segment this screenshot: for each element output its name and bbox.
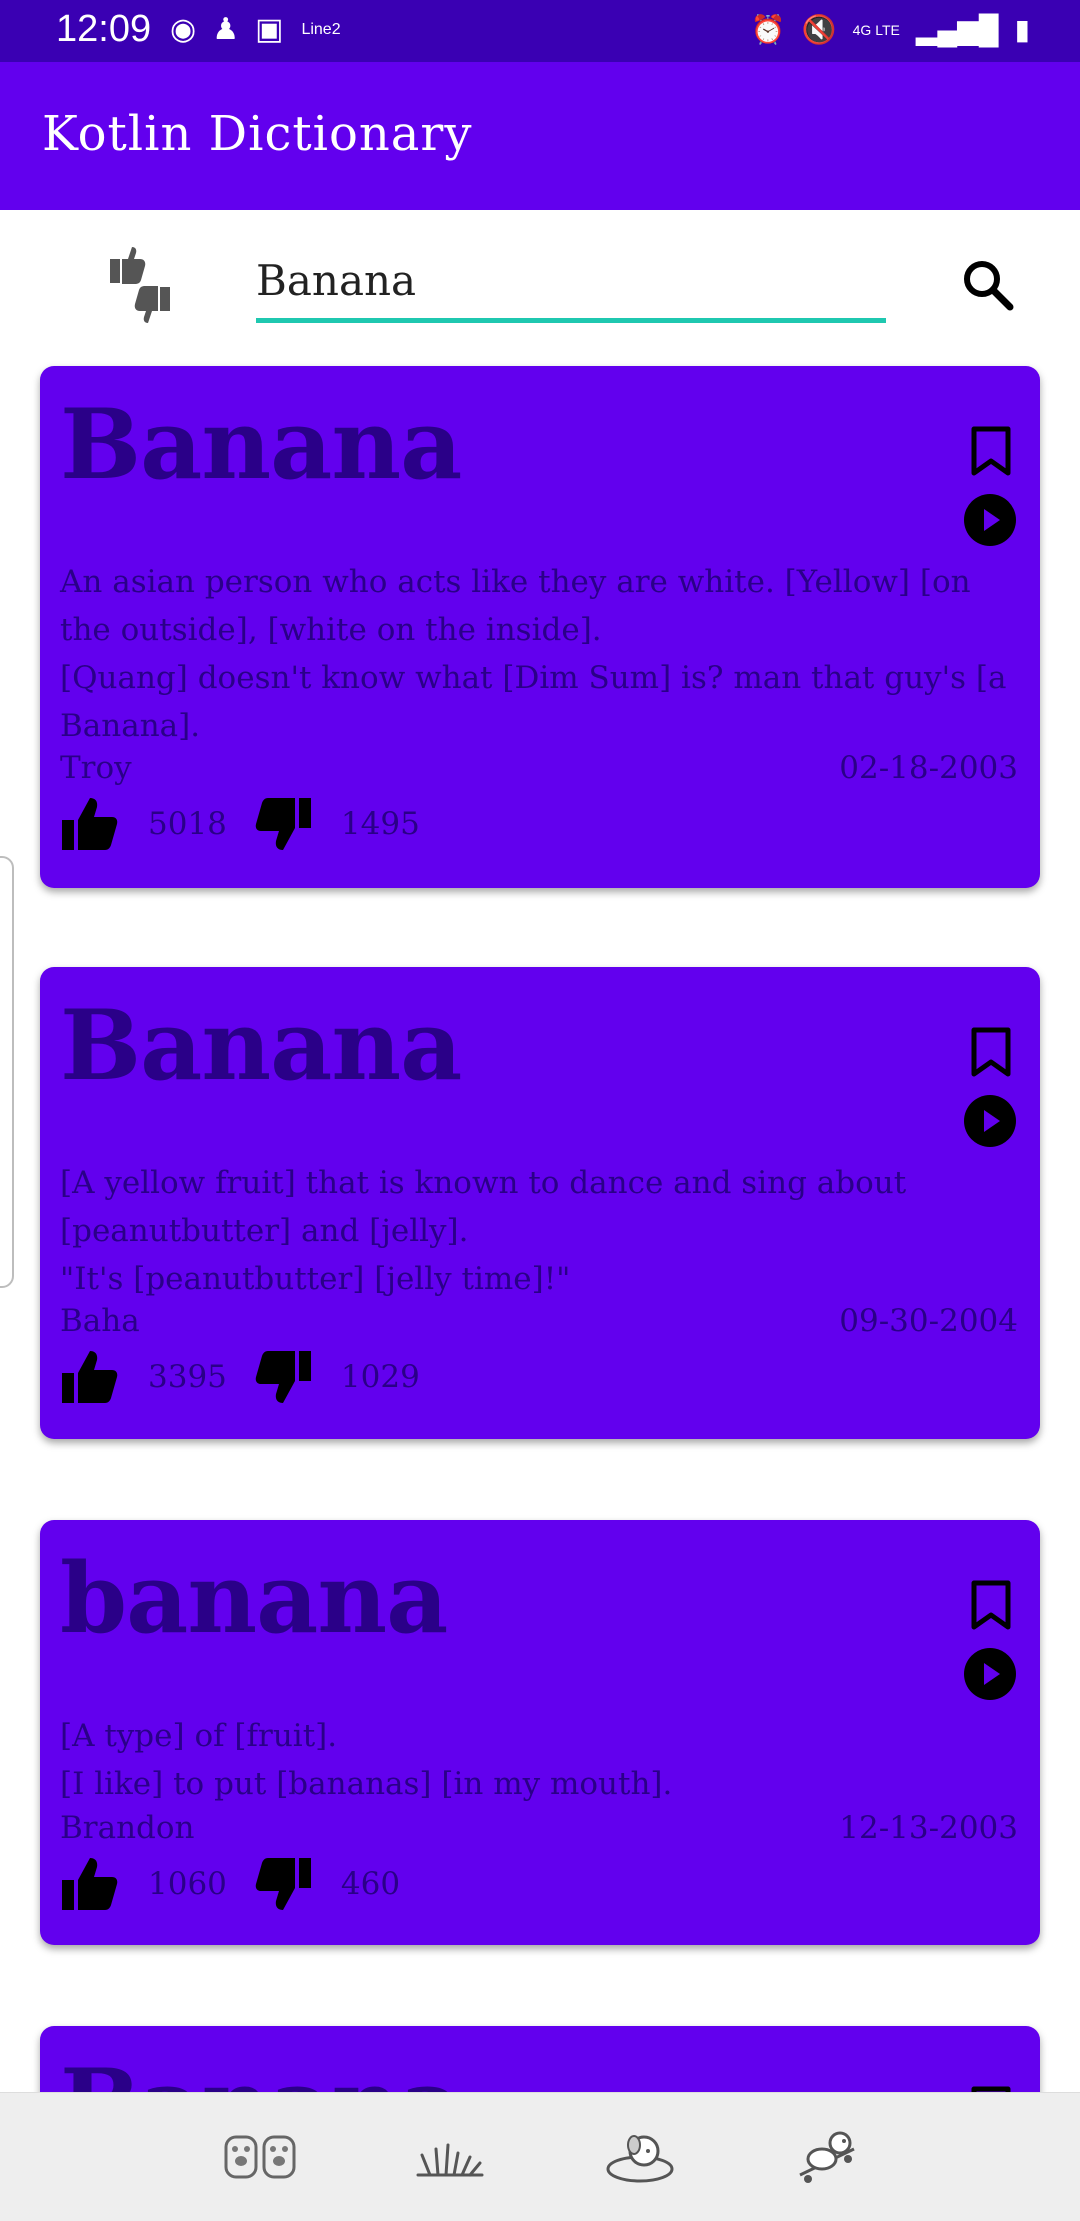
face-id-icon: ◉ — [170, 13, 197, 46]
bookmark-icon[interactable] — [970, 1027, 1012, 1077]
play-audio-icon[interactable] — [964, 494, 1016, 546]
card-meta: Baha 09-30-2004 — [60, 1303, 1018, 1339]
search-underline — [256, 318, 886, 323]
play-audio-icon[interactable] — [964, 1095, 1016, 1147]
card-word: Banana — [60, 2050, 462, 2093]
vote-row: 3395 1029 — [60, 1347, 446, 1407]
definition-text: [A type] of [fruit]. [I like] to put [ba… — [60, 1712, 1020, 1808]
dog-in-bed-icon[interactable] — [602, 2123, 678, 2187]
grass-icon[interactable] — [412, 2123, 488, 2187]
image-icon: ▣ — [255, 13, 284, 46]
thumbs-down-count: 1495 — [340, 806, 420, 842]
definition-card: Banana [A yellow fruit] that is known to… — [40, 967, 1040, 1439]
card-word: banana — [60, 1542, 448, 1655]
author: Baha — [60, 1303, 140, 1339]
bookmark-icon[interactable] — [970, 426, 1012, 476]
definition-line: "It's [peanutbutter] [jelly time]!" — [60, 1261, 571, 1297]
thumbs-up-count: 3395 — [148, 1359, 227, 1395]
search-row — [0, 210, 1080, 360]
android-icon: ♟ — [212, 13, 240, 46]
definition-card: Banana — [40, 2026, 1040, 2092]
app-bar: Kotlin Dictionary — [0, 62, 1080, 210]
definition-text: [A yellow fruit] that is known to dance … — [60, 1159, 1020, 1303]
thumbs-down-count: 460 — [340, 1866, 401, 1902]
thumbs-up-icon[interactable] — [60, 794, 120, 854]
thumbs-up-count: 1060 — [148, 1866, 227, 1902]
thumbs-up-icon[interactable] — [60, 1854, 120, 1914]
results-list[interactable]: Banana An asian person who acts like the… — [0, 360, 1080, 2092]
thumbs-down-icon[interactable] — [253, 794, 313, 854]
play-audio-icon[interactable] — [964, 1648, 1016, 1700]
alarm-icon: ⏰ — [750, 14, 786, 45]
definition-line: An asian person who acts like they are w… — [60, 564, 971, 648]
network-4g-lte-icon: 4G LTE — [852, 22, 900, 38]
status-left-icons: ◉ ♟ ▣ Line2 — [170, 12, 341, 48]
definition-text: An asian person who acts like they are w… — [60, 558, 1020, 750]
card-word: Banana — [60, 388, 462, 501]
status-bar: 12:09 ◉ ♟ ▣ Line2 ⏰ 🔇 4G LTE ▂▄▆█ ▮ — [0, 0, 1080, 62]
definition-line: [A type] of [fruit]. — [60, 1718, 338, 1754]
signal-icon: ▂▄▆█ — [915, 14, 999, 45]
author: Brandon — [60, 1810, 195, 1846]
card-word: Banana — [60, 989, 462, 1102]
paws-icon[interactable] — [222, 2123, 298, 2187]
thumbs-down-icon[interactable] — [253, 1347, 313, 1407]
definition-card: banana [A type] of [fruit]. [I like] to … — [40, 1520, 1040, 1945]
thumbs-toggle-icon[interactable] — [100, 245, 180, 325]
status-right-icons: ⏰ 🔇 4G LTE ▂▄▆█ ▮ — [751, 12, 1030, 48]
card-meta: Troy 02-18-2003 — [60, 750, 1018, 786]
author: Troy — [60, 750, 132, 786]
thumbs-up-count: 5018 — [148, 806, 227, 842]
date: 02-18-2003 — [839, 750, 1018, 786]
card-meta: Brandon 12-13-2003 — [60, 1810, 1018, 1846]
bottom-navigation — [0, 2092, 1080, 2221]
definition-line: [Quang] doesn't know what [Dim Sum] is? … — [60, 660, 1007, 744]
vote-row: 5018 1495 — [60, 794, 446, 854]
search-icon — [964, 261, 1014, 311]
bookmark-icon[interactable] — [970, 1580, 1012, 1630]
search-button[interactable] — [958, 255, 1018, 315]
definition-card: Banana An asian person who acts like the… — [40, 366, 1040, 888]
definition-line: [A yellow fruit] that is known to dance … — [60, 1165, 907, 1249]
thumbs-up-icon[interactable] — [60, 1347, 120, 1407]
mute-icon: 🔇 — [801, 14, 837, 45]
thumbs-down-icon[interactable] — [253, 1854, 313, 1914]
thumbs-down-count: 1029 — [340, 1359, 420, 1395]
date: 09-30-2004 — [839, 1303, 1018, 1339]
vote-row: 1060 460 — [60, 1854, 426, 1914]
battery-charging-icon: ▮ — [1014, 14, 1030, 45]
definition-line: [I like] to put [bananas] [in my mouth]. — [60, 1766, 673, 1802]
app-title: Kotlin Dictionary — [42, 106, 473, 162]
carrier-label: Line2 — [301, 21, 341, 38]
dog-skateboard-icon[interactable] — [792, 2123, 868, 2187]
status-time: 12:09 — [56, 8, 152, 50]
search-input[interactable] — [256, 250, 886, 310]
date: 12-13-2003 — [839, 1810, 1018, 1846]
